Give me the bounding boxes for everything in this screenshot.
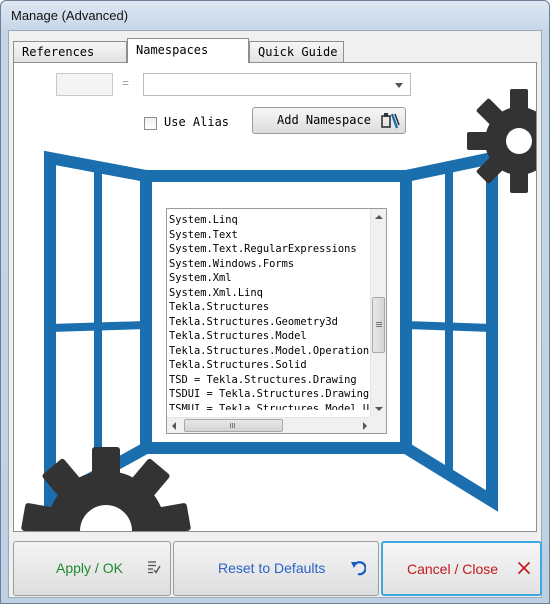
horizontal-scroll-thumb[interactable] (184, 419, 283, 432)
use-alias-label: Use Alias (164, 115, 230, 129)
scroll-up-arrow-icon[interactable] (375, 215, 383, 219)
reset-defaults-button[interactable]: Reset to Defaults (173, 541, 379, 596)
list-item[interactable]: System.Text (169, 228, 374, 243)
undo-icon (351, 561, 366, 576)
close-x-icon (517, 561, 531, 575)
apply-ok-label: Apply / OK (56, 560, 123, 576)
use-alias-checkbox[interactable] (144, 117, 157, 130)
horizontal-scrollbar[interactable] (167, 417, 372, 433)
list-item[interactable]: Tekla.Structures.Model (169, 329, 374, 344)
list-item[interactable]: System.Text.RegularExpressions (169, 242, 374, 257)
list-item[interactable]: TSD = Tekla.Structures.Drawing (169, 373, 374, 388)
tab-quick-guide[interactable]: Quick Guide (249, 41, 344, 62)
list-item[interactable]: Tekla.Structures.Solid (169, 358, 374, 373)
list-item[interactable]: Tekla.Structures (169, 300, 374, 315)
list-item[interactable]: System.Linq (169, 213, 374, 228)
list-item[interactable]: TSMUI = Tekla.Structures.Model.UI (169, 402, 374, 411)
window-title: Manage (Advanced) (11, 8, 129, 23)
vertical-scroll-thumb[interactable] (372, 297, 385, 353)
scrollbar-corner (370, 417, 386, 433)
scroll-right-arrow-icon[interactable] (363, 422, 367, 430)
scroll-left-arrow-icon[interactable] (172, 422, 176, 430)
scroll-down-arrow-icon[interactable] (375, 407, 383, 411)
tab-references[interactable]: References (13, 41, 127, 62)
add-namespace-label: Add Namespace (277, 113, 371, 127)
list-item[interactable]: System.Xml.Linq (169, 286, 374, 301)
equals-sign: = (122, 76, 130, 90)
manage-advanced-window: Manage (Advanced) References Namespaces … (0, 0, 550, 604)
namespace-combobox[interactable] (143, 73, 411, 96)
vertical-scrollbar[interactable] (370, 209, 386, 417)
namespaces-list: System.Linq System.Text System.Text.Regu… (169, 213, 374, 410)
tools-icon (381, 113, 400, 129)
list-check-icon (148, 561, 161, 574)
alias-input[interactable] (56, 73, 113, 96)
list-item[interactable]: Tekla.Structures.Geometry3d (169, 315, 374, 330)
add-namespace-button[interactable]: Add Namespace (252, 107, 406, 134)
list-item[interactable]: Tekla.Structures.Model.Operations (169, 344, 374, 359)
reset-defaults-label: Reset to Defaults (218, 560, 326, 576)
dialog-client-area: References Namespaces Quick Guide = Use … (8, 30, 542, 598)
list-item[interactable]: System.Windows.Forms (169, 257, 374, 272)
cancel-close-label: Cancel / Close (407, 561, 499, 577)
list-item[interactable]: TSDUI = Tekla.Structures.Drawing.UI (169, 387, 374, 402)
apply-ok-button[interactable]: Apply / OK (13, 541, 171, 596)
namespaces-listbox[interactable]: System.Linq System.Text System.Text.Regu… (166, 208, 387, 434)
tab-namespaces[interactable]: Namespaces (127, 38, 249, 63)
chevron-down-icon[interactable] (395, 83, 403, 88)
cancel-close-button[interactable]: Cancel / Close (381, 541, 542, 596)
gear-icon (467, 89, 536, 193)
namespaces-panel: = Use Alias Add Namespace System.Linq Sy… (13, 62, 537, 532)
list-item[interactable]: System.Xml (169, 271, 374, 286)
